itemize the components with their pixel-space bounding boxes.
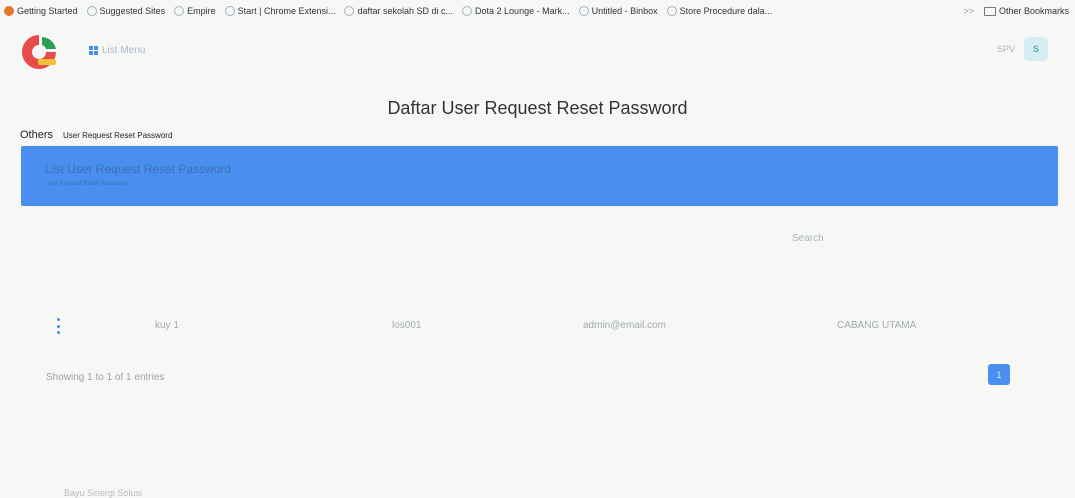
bookmark-label: Getting Started: [17, 6, 78, 16]
page-1-button[interactable]: 1: [988, 364, 1010, 385]
row-menu-icon[interactable]: [55, 318, 62, 334]
google-icon: [344, 6, 355, 16]
globe-icon: [462, 6, 473, 16]
row-email: admin@email.com: [583, 320, 666, 331]
bookmark-label: Untitled - Binbox: [591, 6, 658, 16]
globe-icon: [666, 6, 677, 16]
other-bookmarks-label: Other Bookmarks: [998, 6, 1069, 16]
globe-icon: [578, 6, 589, 16]
footer-text: Bayu Sinergi Solusi: [64, 488, 143, 498]
globe-icon: [86, 6, 97, 16]
firefox-icon: [4, 6, 14, 16]
breadcrumb: Others User Request Reset Password: [20, 129, 172, 141]
card-header-banner: List User Request Reset Password User Re…: [21, 146, 1058, 206]
bookmark-label: Empire: [187, 6, 216, 16]
user-avatar[interactable]: S: [1024, 37, 1048, 61]
list-menu-label: List Menu: [102, 45, 146, 56]
bookmark-empire[interactable]: Empire: [174, 6, 216, 16]
bookmark-label: Dota 2 Lounge - Mark...: [475, 6, 570, 16]
other-bookmarks-folder[interactable]: Other Bookmarks: [983, 6, 1069, 16]
app-logo[interactable]: [18, 31, 60, 73]
folder-icon: [983, 6, 996, 16]
grid-icon: [89, 46, 98, 55]
bookmark-store-procedure[interactable]: Store Procedure dala...: [666, 6, 773, 16]
breadcrumb-current: User Request Reset Password: [63, 131, 173, 140]
globe-icon: [224, 6, 235, 16]
search-label: Search: [792, 233, 824, 244]
bookmark-chrome-extension[interactable]: Start | Chrome Extensi...: [224, 6, 336, 16]
page-title: Daftar User Request Reset Password: [387, 98, 688, 118]
bookmarks-bar: Getting Started Suggested Sites Empire S…: [0, 0, 1075, 22]
list-menu-button[interactable]: List Menu: [89, 45, 145, 56]
bookmark-label: daftar sekolah SD di c...: [357, 6, 454, 16]
banner-title: List User Request Reset Password: [45, 162, 232, 176]
bookmark-label: Start | Chrome Extensi...: [237, 6, 336, 16]
bookmark-getting-started[interactable]: Getting Started: [4, 6, 78, 16]
bookmark-label: Suggested Sites: [99, 6, 166, 16]
row-branch: CABANG UTAMA: [837, 320, 917, 331]
bookmark-dota2-lounge[interactable]: Dota 2 Lounge - Mark...: [462, 6, 570, 16]
bookmark-binbox[interactable]: Untitled - Binbox: [578, 6, 658, 16]
bookmark-suggested-sites[interactable]: Suggested Sites: [86, 6, 166, 16]
user-role: SPV: [997, 44, 1016, 54]
row-code: los001: [392, 320, 422, 331]
banner-subtitle: User Request Reset Password: [45, 181, 128, 187]
bookmark-label: Store Procedure dala...: [679, 6, 773, 16]
globe-icon: [174, 6, 185, 16]
bookmark-daftar-sekolah[interactable]: daftar sekolah SD di c...: [344, 6, 453, 16]
row-name: kuy 1: [155, 320, 179, 331]
bookmarks-overflow-button[interactable]: >>: [963, 6, 974, 16]
breadcrumb-root[interactable]: Others: [20, 129, 53, 141]
entries-info: Showing 1 to 1 of 1 entries: [46, 372, 165, 383]
table-row: kuy 1 los001 admin@email.com CABANG UTAM…: [0, 316, 1075, 336]
